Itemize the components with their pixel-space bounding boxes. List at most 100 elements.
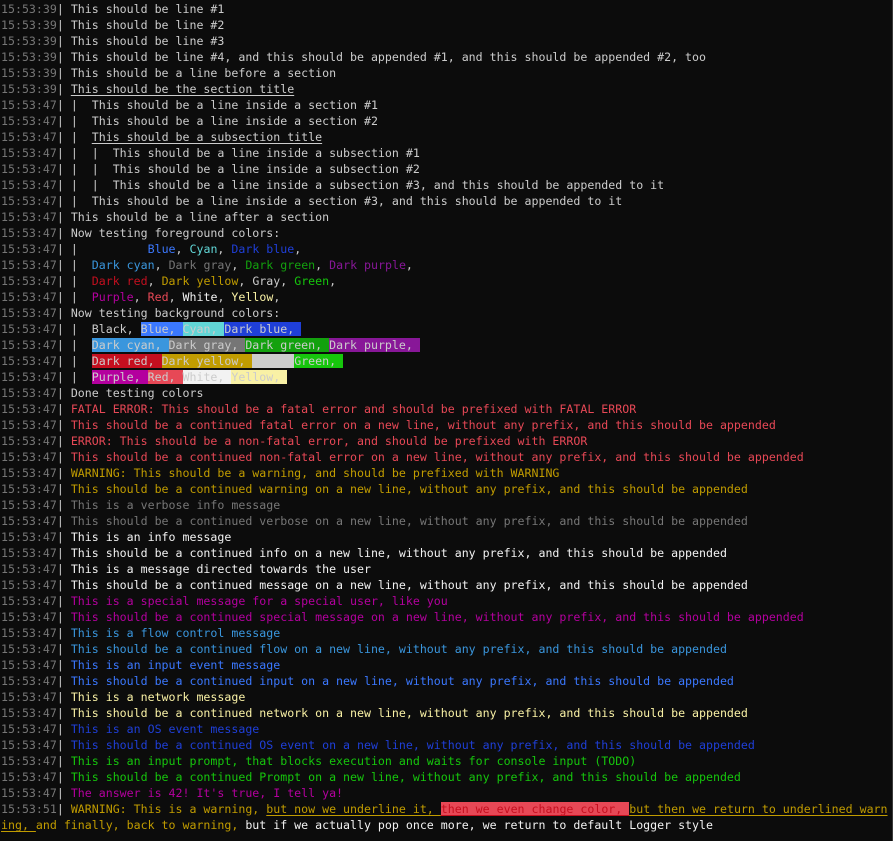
log-timestamp: 15:53:47 <box>1 482 57 496</box>
log-line: 15:53:39| This should be line #4, and th… <box>1 49 892 65</box>
log-separator: | <box>56 370 71 384</box>
log-line: 15:53:47| | Purple, Red, White, Yellow, <box>1 369 892 385</box>
log-separator: | <box>56 242 71 256</box>
log-timestamp: 15:53:47 <box>1 674 57 688</box>
log-text-segment: | <box>70 242 92 256</box>
log-text-segment: , <box>294 242 302 256</box>
log-separator: | <box>56 546 71 560</box>
log-timestamp: 15:53:47 <box>1 194 57 208</box>
log-text-segment: Dark blue <box>231 242 295 256</box>
log-text-segment: , <box>280 274 295 288</box>
log-line: 15:53:47| This is a verbose info message <box>1 497 892 513</box>
log-separator: | <box>56 674 71 688</box>
log-separator: | <box>56 322 71 336</box>
log-text-segment: WARNING: This is a warning, <box>70 802 267 816</box>
log-timestamp: 15:53:47 <box>1 610 57 624</box>
log-line: 15:53:39| This should be the section tit… <box>1 81 892 97</box>
log-text-segment: ERROR: This should be a non-fatal error,… <box>70 434 588 448</box>
log-text-segment: FATAL ERROR: This should be a fatal erro… <box>70 402 637 416</box>
log-separator: | <box>56 338 71 352</box>
log-text-segment: Dark blue, <box>224 322 302 336</box>
log-text-segment: | This should be a line inside a section… <box>70 114 378 128</box>
log-separator: | <box>56 626 71 640</box>
log-line: ing, and finally, back to warning, but i… <box>1 817 892 833</box>
log-separator: | <box>56 594 71 608</box>
log-line: 15:53:47| This should be a continued net… <box>1 705 892 721</box>
log-text-segment: , <box>231 258 246 272</box>
log-timestamp: 15:53:47 <box>1 386 57 400</box>
log-separator: | <box>56 482 71 496</box>
log-separator: | <box>56 722 71 736</box>
console-output[interactable]: 15:53:39| This should be line #1 15:53:39… <box>0 0 893 841</box>
log-text-segment: Blue, <box>140 322 183 336</box>
log-timestamp: 15:53:47 <box>1 626 57 640</box>
log-text-segment: Yellow, <box>231 370 288 384</box>
log-text-segment: but if we actually pop once more, we ret… <box>245 818 713 832</box>
log-text-segment: This should be a continued warning on a … <box>70 482 748 496</box>
log-text-segment: This is an OS event message <box>70 722 260 736</box>
log-text-segment: Yellow <box>231 290 274 304</box>
log-text-segment: and finally, back to warning, <box>35 818 246 832</box>
log-line: 15:53:47| Done testing colors <box>1 385 892 401</box>
log-separator: | <box>56 562 71 576</box>
log-text-segment: | <box>70 354 92 368</box>
log-line: 15:53:47| | | This should be a line insi… <box>1 145 892 161</box>
log-timestamp: 15:53:47 <box>1 770 57 784</box>
log-text-segment: This is a network message <box>70 690 246 704</box>
log-timestamp: 15:53:39 <box>1 66 57 80</box>
log-line: 15:53:39| This should be line #2 <box>1 17 892 33</box>
log-text-segment: | <box>70 338 92 352</box>
log-text-segment: Done testing colors <box>70 386 204 400</box>
log-line: 15:53:47| This is a message directed tow… <box>1 561 892 577</box>
log-separator: | <box>56 18 71 32</box>
log-text-segment: | This should be a line inside a section… <box>70 98 378 112</box>
log-separator: | <box>56 114 71 128</box>
log-text-segment: Dark cyan, <box>91 338 169 352</box>
log-separator: | <box>56 498 71 512</box>
log-line: 15:53:47| This should be a continued inf… <box>1 545 892 561</box>
log-separator: | <box>56 66 71 80</box>
log-separator: | <box>56 82 71 96</box>
log-timestamp: 15:53:47 <box>1 450 57 464</box>
log-text-segment: This is a special message for a special … <box>70 594 448 608</box>
log-text-segment: Gray <box>252 274 281 288</box>
log-text-segment: | <box>70 322 92 336</box>
log-text-segment: This should be a continued network on a … <box>70 706 748 720</box>
log-text-segment: Green, <box>294 354 344 368</box>
log-separator: | <box>56 290 71 304</box>
log-text-segment: then we even change color, <box>440 802 630 816</box>
log-text-segment: Purple, <box>91 370 148 384</box>
log-text-segment: Dark cyan <box>91 258 155 272</box>
log-text-segment: WARNING: This should be a warning, and s… <box>70 466 560 480</box>
log-timestamp: 15:53:47 <box>1 290 57 304</box>
log-separator: | <box>56 450 71 464</box>
log-timestamp: 15:53:47 <box>1 690 57 704</box>
log-timestamp: 15:53:51 <box>1 802 57 816</box>
log-text-segment: Green <box>294 274 330 288</box>
log-text-segment: | <box>70 258 92 272</box>
log-timestamp: 15:53:47 <box>1 114 57 128</box>
log-line: 15:53:47| This is an input event message <box>1 657 892 673</box>
log-timestamp: 15:53:47 <box>1 562 57 576</box>
log-text-segment: Red <box>147 290 169 304</box>
log-text-segment: This is a verbose info message <box>70 498 281 512</box>
log-separator: | <box>56 226 71 240</box>
log-text-segment: but then we return to underlined warn <box>629 802 888 816</box>
log-text-segment: , <box>154 258 169 272</box>
log-line: 15:53:47| This should be a continued ver… <box>1 513 892 529</box>
log-line: 15:53:47| | Dark cyan, Dark gray, Dark g… <box>1 257 892 273</box>
log-separator: | <box>56 706 71 720</box>
log-separator: | <box>56 642 71 656</box>
log-line: 15:53:39| This should be line #3 <box>1 33 892 49</box>
log-timestamp: 15:53:47 <box>1 354 57 368</box>
log-text-segment: , <box>238 274 253 288</box>
log-line: 15:53:47| This should be a continued spe… <box>1 609 892 625</box>
log-line: 15:53:47| | | This should be a line insi… <box>1 177 892 193</box>
log-text-segment: This should be a continued flow on a new… <box>70 642 727 656</box>
log-timestamp: 15:53:47 <box>1 226 57 240</box>
log-text-segment: This should be a continued verbose on a … <box>70 514 748 528</box>
log-text-segment: This should be a continued info on a new… <box>70 546 727 560</box>
log-timestamp: 15:53:47 <box>1 258 57 272</box>
log-text-segment <box>252 354 295 368</box>
log-line: 15:53:47| Now testing background colors: <box>1 305 892 321</box>
